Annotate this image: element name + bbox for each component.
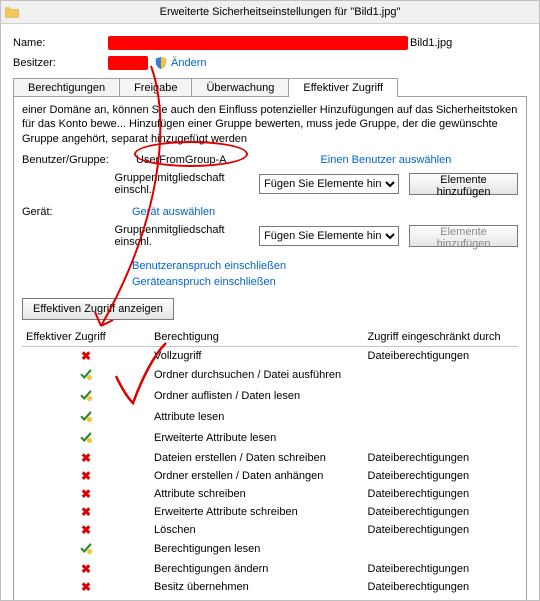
limited-by-cell: Dateiberechtigungen [364, 560, 518, 578]
tab-permissions[interactable]: Berechtigungen [13, 78, 120, 97]
permission-cell: Löschen [150, 521, 364, 539]
tab-effective[interactable]: Effektiver Zugriff [288, 78, 398, 97]
permission-cell: Berechtigungen lesen [150, 539, 364, 560]
limited-by-cell: Dateiberechtigungen [364, 521, 518, 539]
include-device-claim-link[interactable]: Geräteanspruch einschließen [132, 276, 518, 288]
user-value: UserFromGroup-A [132, 154, 230, 166]
table-row[interactable]: ✖Ordner erstellen / Daten anhängenDateib… [22, 467, 518, 485]
permission-cell: Attribute schreiben [150, 485, 364, 503]
table-row[interactable]: ✖VollzugriffDateiberechtigungen [22, 346, 518, 365]
change-owner-link[interactable]: Ändern [171, 57, 206, 69]
shield-icon [154, 56, 168, 70]
col-permission[interactable]: Berechtigung [150, 328, 364, 347]
table-row[interactable]: Ordner auflisten / Daten lesen [22, 386, 518, 407]
file-name: Bild1.jpg [410, 37, 452, 49]
limited-by-cell [364, 386, 518, 407]
permission-cell: Ordner erstellen / Daten anhängen [150, 467, 364, 485]
allow-icon [22, 365, 150, 386]
limited-by-cell [364, 428, 518, 449]
select-device-link[interactable]: Gerät auswählen [132, 206, 215, 218]
description-text: einer Domäne an, können Sie auch den Ein… [22, 103, 518, 146]
limited-by-cell [364, 365, 518, 386]
limited-by-cell [364, 407, 518, 428]
table-row[interactable]: ✖Dateien erstellen / Daten schreibenDate… [22, 449, 518, 467]
permission-cell: Berechtigungen ändern [150, 560, 364, 578]
user-group-label: Benutzer/Gruppe: [22, 154, 132, 166]
allow-icon [22, 428, 150, 449]
table-row[interactable]: ✖Attribute schreibenDateiberechtigungen [22, 485, 518, 503]
group-membership-select-2[interactable]: Fügen Sie Elemente hinzu [259, 226, 399, 246]
deny-icon: ✖ [22, 449, 150, 467]
deny-icon: ✖ [22, 578, 150, 596]
table-row[interactable]: ✖Besitz übernehmenDateiberechtigungen [22, 578, 518, 596]
col-effective[interactable]: Effektiver Zugriff [22, 328, 150, 347]
include-user-claim-link[interactable]: Benutzeranspruch einschließen [132, 260, 518, 272]
device-label: Gerät: [22, 206, 132, 218]
tab-audit[interactable]: Überwachung [191, 78, 289, 97]
permission-cell: Attribute lesen [150, 407, 364, 428]
show-effective-access-button[interactable]: Effektiven Zugriff anzeigen [22, 298, 174, 320]
tab-body: einer Domäne an, können Sie auch den Ein… [13, 96, 527, 601]
tab-share[interactable]: Freigabe [119, 78, 192, 97]
table-row[interactable]: ✖Erweiterte Attribute schreibenDateibere… [22, 503, 518, 521]
deny-icon: ✖ [22, 467, 150, 485]
table-row[interactable]: Berechtigungen lesen [22, 539, 518, 560]
deny-icon: ✖ [22, 485, 150, 503]
group-membership-select-1[interactable]: Fügen Sie Elemente hinzu [259, 174, 399, 194]
window-title: Erweiterte Sicherheitseinstellungen für … [25, 6, 535, 18]
folder-icon [5, 6, 19, 18]
add-elements-button-2: Elemente hinzufügen [409, 225, 518, 247]
limited-by-cell: Dateiberechtigungen [364, 449, 518, 467]
table-row[interactable]: Attribute lesen [22, 407, 518, 428]
col-limited[interactable]: Zugriff eingeschränkt durch [364, 328, 518, 347]
permission-cell: Dateien erstellen / Daten schreiben [150, 449, 364, 467]
limited-by-cell: Dateiberechtigungen [364, 578, 518, 596]
header-area: Name: Bild1.jpg Besitzer: Ändern Berecht… [1, 24, 539, 601]
name-label: Name: [13, 37, 108, 49]
table-row[interactable]: ✖Berechtigungen ändernDateiberechtigunge… [22, 560, 518, 578]
limited-by-cell [364, 539, 518, 560]
group-membership-label-1: Gruppenmitgliedschaft einschl. [115, 172, 242, 196]
permission-cell: Erweiterte Attribute lesen [150, 428, 364, 449]
permission-cell: Vollzugriff [150, 346, 364, 365]
permission-cell: Erweiterte Attribute schreiben [150, 503, 364, 521]
permission-cell: Ordner auflisten / Daten lesen [150, 386, 364, 407]
select-user-link[interactable]: Einen Benutzer auswählen [320, 154, 451, 166]
allow-icon [22, 407, 150, 428]
deny-icon: ✖ [22, 346, 150, 365]
security-dialog: Erweiterte Sicherheitseinstellungen für … [0, 0, 540, 601]
table-row[interactable]: Ordner durchsuchen / Datei ausführen [22, 365, 518, 386]
tab-strip: Berechtigungen Freigabe Überwachung Effe… [13, 78, 527, 97]
add-elements-button-1[interactable]: Elemente hinzufügen [409, 173, 518, 195]
limited-by-cell: Dateiberechtigungen [364, 467, 518, 485]
limited-by-cell: Dateiberechtigungen [364, 485, 518, 503]
deny-icon: ✖ [22, 560, 150, 578]
table-row[interactable]: ✖LöschenDateiberechtigungen [22, 521, 518, 539]
group-membership-label-2: Gruppenmitgliedschaft einschl. [115, 224, 242, 248]
titlebar: Erweiterte Sicherheitseinstellungen für … [1, 1, 539, 24]
permission-cell: Besitz übernehmen [150, 578, 364, 596]
permission-cell: Ordner durchsuchen / Datei ausführen [150, 365, 364, 386]
allow-icon [22, 386, 150, 407]
table-row[interactable]: Erweiterte Attribute lesen [22, 428, 518, 449]
allow-icon [22, 539, 150, 560]
limited-by-cell: Dateiberechtigungen [364, 503, 518, 521]
redacted-owner [108, 56, 148, 70]
owner-label: Besitzer: [13, 57, 108, 69]
deny-icon: ✖ [22, 521, 150, 539]
effective-access-table: Effektiver Zugriff Berechtigung Zugriff … [22, 328, 518, 596]
deny-icon: ✖ [22, 503, 150, 521]
redacted-path [108, 36, 408, 50]
limited-by-cell: Dateiberechtigungen [364, 346, 518, 365]
